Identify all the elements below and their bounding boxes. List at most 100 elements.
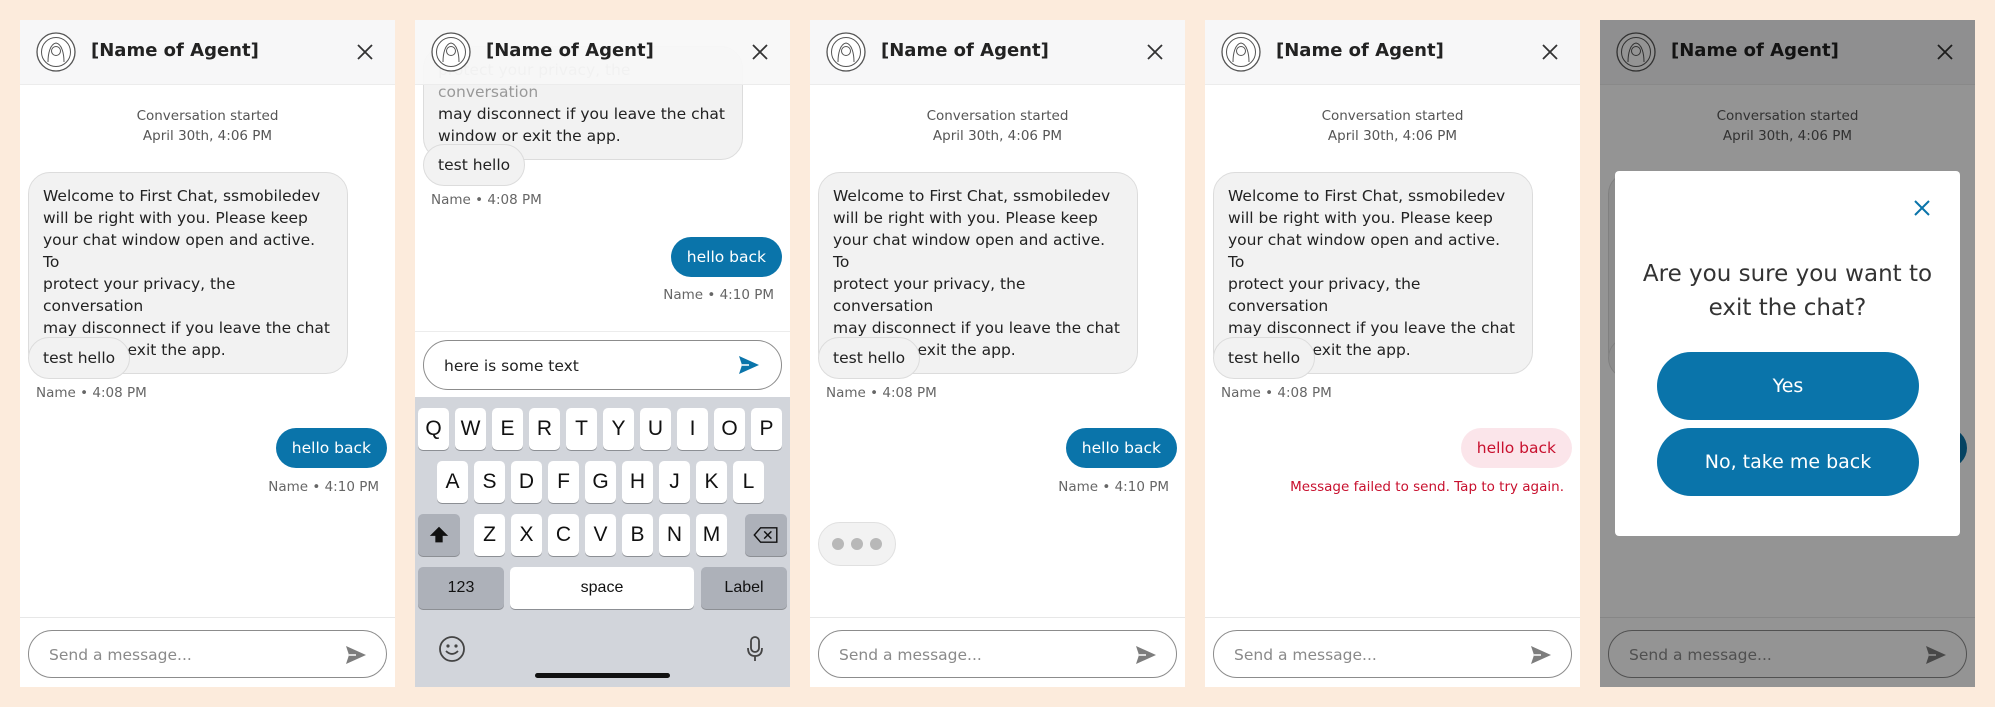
- dialog-question-line: Are you sure you want to: [1642, 261, 1933, 287]
- message-line: may disconnect if you leave the chat: [1228, 319, 1515, 337]
- dialog-question-line: exit the chat?: [1708, 295, 1867, 321]
- message-line: will be right with you. Please keep: [1228, 209, 1493, 227]
- message-composer: [1205, 617, 1580, 687]
- key[interactable]: P: [751, 408, 782, 450]
- message-line: your chat window open and active. To: [43, 231, 316, 271]
- home-indicator: [535, 673, 670, 678]
- conversation-started: Conversation started April 30th, 4:06 PM: [20, 106, 395, 146]
- key[interactable]: A: [437, 461, 468, 503]
- message-composer: [415, 331, 790, 402]
- conversation-started-time: April 30th, 4:06 PM: [932, 128, 1063, 144]
- message-line: your chat window open and active. To: [1228, 231, 1501, 271]
- close-icon[interactable]: [1910, 196, 1934, 220]
- message-composer: [810, 617, 1185, 687]
- key[interactable]: J: [659, 461, 690, 503]
- conversation-started-time: April 30th, 4:06 PM: [1327, 128, 1458, 144]
- avatar-icon: [1221, 32, 1261, 72]
- key[interactable]: D: [511, 461, 542, 503]
- user-message-meta: Name • 4:08 PM: [36, 385, 147, 401]
- key[interactable]: T: [566, 408, 597, 450]
- take-me-back-button[interactable]: No, take me back: [1657, 428, 1919, 496]
- message-input[interactable]: [837, 641, 1131, 669]
- key[interactable]: Y: [603, 408, 634, 450]
- key[interactable]: L: [733, 461, 764, 503]
- message-line: may disconnect if you leave the chat: [833, 319, 1120, 337]
- message-input-wrapper: [1213, 630, 1572, 678]
- user-message-meta: Name • 4:08 PM: [826, 385, 937, 401]
- send-icon[interactable]: [1134, 643, 1158, 667]
- close-icon[interactable]: [750, 42, 770, 62]
- key[interactable]: S: [474, 461, 505, 503]
- numbers-key[interactable]: 123: [418, 567, 504, 609]
- message-line: Welcome to First Chat, ssmobiledev: [1228, 187, 1506, 205]
- chat-panel-agent-typing: [Name of Agent] Conversation started Apr…: [810, 20, 1185, 687]
- microphone-icon[interactable]: [745, 635, 765, 663]
- send-icon[interactable]: [344, 643, 368, 667]
- user-message-bubble: test hello: [423, 144, 526, 186]
- key[interactable]: H: [622, 461, 653, 503]
- key[interactable]: N: [659, 514, 690, 556]
- message-input[interactable]: [442, 353, 726, 379]
- message-input[interactable]: [47, 641, 341, 669]
- emoji-icon[interactable]: [438, 635, 466, 663]
- user-message-meta: Name • 4:08 PM: [1221, 385, 1332, 401]
- agent-name: [Name of Agent]: [881, 40, 1049, 61]
- failed-message-bubble[interactable]: hello back: [1460, 428, 1572, 468]
- key[interactable]: U: [640, 408, 671, 450]
- chat-header: [Name of Agent]: [20, 20, 395, 85]
- shift-icon: [429, 526, 449, 543]
- typing-dot: [851, 538, 863, 550]
- key[interactable]: R: [529, 408, 560, 450]
- key[interactable]: Z: [474, 514, 505, 556]
- user-message-bubble: test hello: [28, 337, 131, 379]
- retry-send-link[interactable]: Message failed to send. Tap to try again…: [1290, 479, 1564, 495]
- key[interactable]: O: [714, 408, 745, 450]
- close-icon[interactable]: [1540, 42, 1560, 62]
- message-line: protect your privacy, the conversation: [1228, 275, 1421, 315]
- user-message-meta: Name • 4:08 PM: [431, 192, 542, 208]
- send-icon[interactable]: [1529, 643, 1553, 667]
- close-icon[interactable]: [1145, 42, 1165, 62]
- key[interactable]: I: [677, 408, 708, 450]
- key[interactable]: M: [696, 514, 727, 556]
- key[interactable]: E: [492, 408, 523, 450]
- key[interactable]: B: [622, 514, 653, 556]
- key[interactable]: X: [511, 514, 542, 556]
- close-icon[interactable]: [355, 42, 375, 62]
- space-key[interactable]: space: [510, 567, 694, 609]
- return-key[interactable]: Label: [701, 567, 787, 609]
- chat-header: [Name of Agent]: [415, 20, 790, 85]
- message-line: protect your privacy, the conversation: [833, 275, 1026, 315]
- agent-name: [Name of Agent]: [486, 40, 654, 61]
- message-line: will be right with you. Please keep: [833, 209, 1098, 227]
- message-input[interactable]: [1232, 641, 1526, 669]
- key[interactable]: W: [455, 408, 486, 450]
- message-input-wrapper: [28, 630, 387, 678]
- conversation-started-label: Conversation started: [926, 108, 1069, 124]
- backspace-key[interactable]: [745, 514, 787, 556]
- conversation-started-label: Conversation started: [136, 108, 279, 124]
- key[interactable]: C: [548, 514, 579, 556]
- key[interactable]: F: [548, 461, 579, 503]
- agent-reply-meta: Name • 4:10 PM: [663, 287, 774, 303]
- send-icon[interactable]: [737, 353, 761, 377]
- chat-panel-failed: [Name of Agent] Conversation started Apr…: [1205, 20, 1580, 687]
- message-input-wrapper: [423, 340, 782, 390]
- exit-confirm-dialog: Are you sure you want to exit the chat? …: [1615, 171, 1960, 536]
- key[interactable]: V: [585, 514, 616, 556]
- user-message-bubble: test hello: [818, 337, 921, 379]
- agent-reply-bubble: hello back: [275, 428, 387, 468]
- yes-button[interactable]: Yes: [1657, 352, 1919, 420]
- key[interactable]: Q: [418, 408, 449, 450]
- user-message-bubble: test hello: [1213, 337, 1316, 379]
- shift-key[interactable]: [418, 514, 460, 556]
- typing-dot: [832, 538, 844, 550]
- agent-reply-meta: Name • 4:10 PM: [1058, 479, 1169, 495]
- message-line: Welcome to First Chat, ssmobiledev: [43, 187, 321, 205]
- conversation-started: Conversation started April 30th, 4:06 PM: [1205, 106, 1580, 146]
- conversation-started: Conversation started April 30th, 4:06 PM: [810, 106, 1185, 146]
- agent-name: [Name of Agent]: [91, 40, 259, 61]
- key[interactable]: G: [585, 461, 616, 503]
- key[interactable]: K: [696, 461, 727, 503]
- avatar-icon: [36, 32, 76, 72]
